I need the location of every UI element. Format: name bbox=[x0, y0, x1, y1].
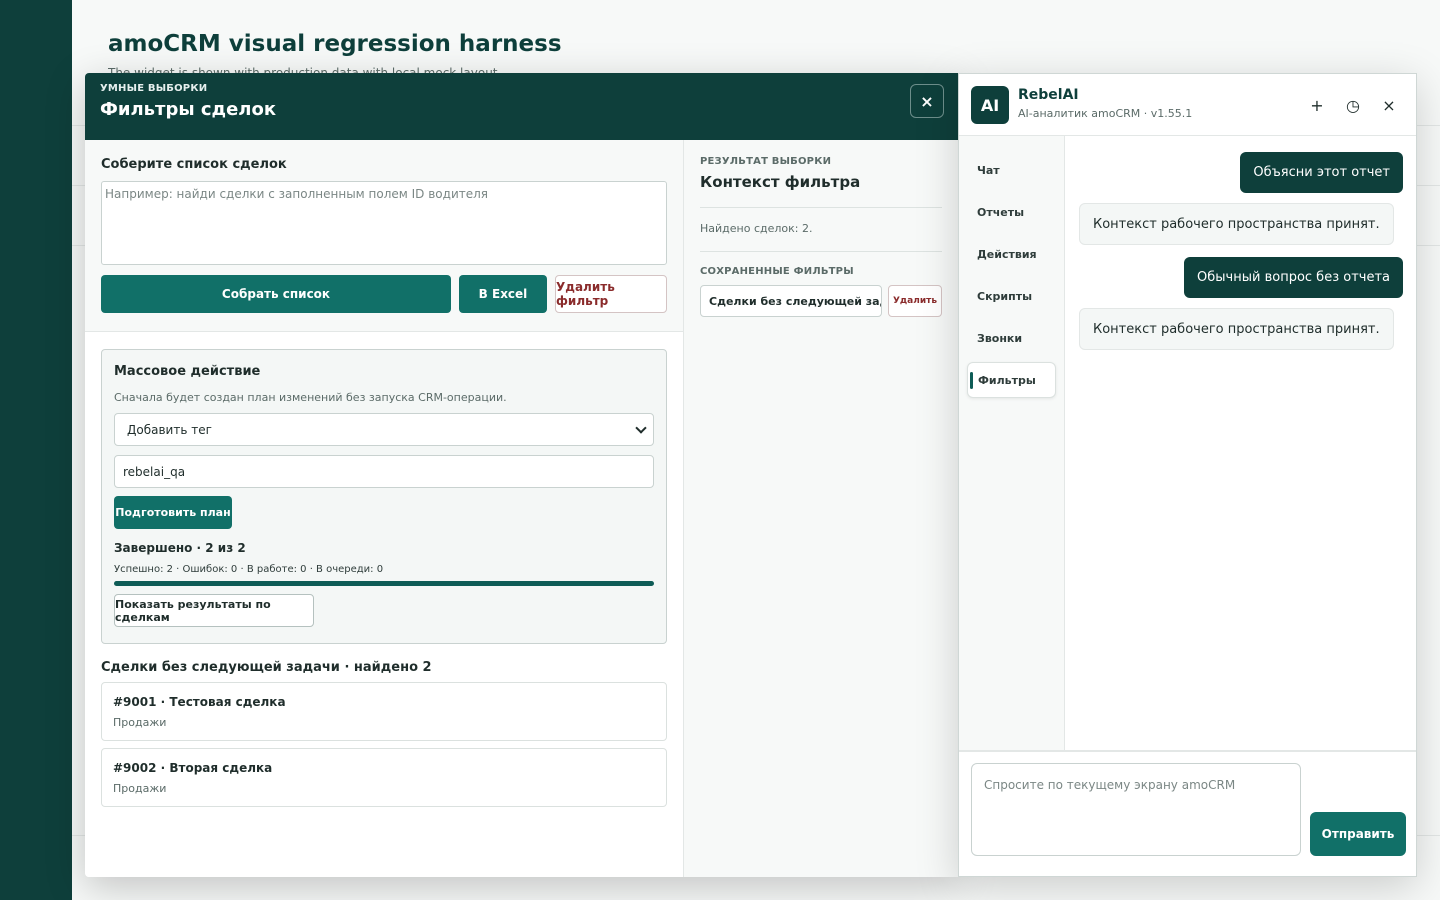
deal-name: #9002 · Вторая сделка bbox=[113, 761, 273, 775]
result-title: Контекст фильтра bbox=[700, 173, 861, 191]
history-icon: ◷ bbox=[1346, 95, 1360, 115]
close-icon: × bbox=[920, 91, 934, 111]
close-panel-button[interactable]: × bbox=[1378, 94, 1400, 116]
user-message: Объясни этот отчет bbox=[1240, 152, 1403, 193]
action-select[interactable]: Добавить тег bbox=[114, 413, 654, 446]
deal-pipeline: Продажи bbox=[113, 782, 167, 795]
collect-list-button[interactable]: Собрать список bbox=[101, 275, 451, 313]
nav-actions[interactable]: Действия bbox=[967, 236, 1056, 272]
ai-body: Чат Отчеты Действия Скрипты Звонки Фильт… bbox=[959, 136, 1416, 750]
ai-header: AI RebelAI AI-аналитик amoCRM · v1.55.1 … bbox=[959, 74, 1416, 136]
ai-name: RebelAI bbox=[1018, 87, 1079, 103]
nav-reports[interactable]: Отчеты bbox=[967, 194, 1056, 230]
chat-input[interactable]: Спросите по текущему экрану amoCRM bbox=[971, 763, 1301, 856]
modal-eyebrow: УМНЫЕ ВЫБОРКИ bbox=[100, 83, 208, 94]
mass-action-description: Сначала будет создан план изменений без … bbox=[114, 391, 507, 404]
assistant-message: Контекст рабочего пространства принят. bbox=[1079, 203, 1394, 245]
deal-name: #9001 · Тестовая сделка bbox=[113, 695, 286, 709]
mass-action-title: Массовое действие bbox=[114, 364, 261, 379]
saved-filter-chip[interactable]: Сделки без следующей зада... bbox=[700, 285, 882, 317]
chat-thread: Объясни этот отчет Контекст рабочего про… bbox=[1065, 136, 1416, 750]
completion-stats: Успешно: 2 · Ошибок: 0 · В работе: 0 · В… bbox=[114, 564, 384, 575]
plus-icon: + bbox=[1310, 95, 1324, 115]
ai-nav: Чат Отчеты Действия Скрипты Звонки Фильт… bbox=[959, 136, 1065, 750]
nav-filters[interactable]: Фильтры bbox=[967, 362, 1056, 398]
compose-title: Соберите список сделок bbox=[101, 157, 287, 172]
progress-fill bbox=[114, 581, 654, 586]
rebelai-logo: AI bbox=[971, 86, 1009, 124]
saved-filters-title: СОХРАНЕННЫЕ ФИЛЬТРЫ bbox=[700, 266, 854, 277]
export-excel-button[interactable]: В Excel bbox=[459, 275, 547, 313]
nav-chat[interactable]: Чат bbox=[967, 152, 1056, 188]
divider bbox=[700, 207, 942, 208]
nav-calls[interactable]: Звонки bbox=[967, 320, 1056, 356]
saved-filter-row: Сделки без следующей зада... Удалить bbox=[700, 285, 942, 317]
filter-result-panel: РЕЗУЛЬТАТ ВЫБОРКИ Контекст фильтра Найде… bbox=[684, 140, 958, 877]
deal-row[interactable]: #9002 · Вторая сделка Продажи bbox=[101, 748, 667, 807]
compose-actions: Собрать список В Excel Удалить фильтр bbox=[101, 275, 667, 313]
close-button[interactable]: × bbox=[910, 84, 944, 118]
send-button[interactable]: Отправить bbox=[1310, 812, 1406, 856]
action-select-value: Добавить тег bbox=[127, 422, 212, 437]
modal-title: Фильтры сделок bbox=[100, 99, 277, 120]
modal-body: Соберите список сделок Например: найди с… bbox=[85, 140, 958, 877]
deals-list-title: Сделки без следующей задачи · найдено 2 bbox=[101, 660, 432, 675]
app-sidebar bbox=[0, 0, 72, 900]
found-count: Найдено сделок: 2. bbox=[700, 222, 813, 235]
assistant-message: Контекст рабочего пространства принят. bbox=[1079, 308, 1394, 350]
filter-builder: Соберите список сделок Например: найди с… bbox=[85, 140, 684, 877]
page-title: amoCRM visual regression harness bbox=[108, 31, 562, 57]
deal-pipeline: Продажи bbox=[113, 716, 167, 729]
delete-filter-button[interactable]: Удалить фильтр bbox=[555, 275, 667, 313]
user-message: Обычный вопрос без отчета bbox=[1184, 257, 1403, 298]
history-button[interactable]: ◷ bbox=[1342, 94, 1364, 116]
close-icon: × bbox=[1382, 95, 1396, 115]
prepare-plan-button[interactable]: Подготовить план bbox=[114, 496, 232, 529]
deal-filters-modal: УМНЫЕ ВЫБОРКИ Фильтры сделок × Соберите … bbox=[85, 73, 958, 877]
divider bbox=[700, 251, 942, 252]
chevron-down-icon bbox=[635, 421, 647, 434]
nav-scripts[interactable]: Скрипты bbox=[967, 278, 1056, 314]
tag-input[interactable]: rebelai_qa bbox=[114, 455, 654, 488]
rebelai-panel: AI RebelAI AI-аналитик amoCRM · v1.55.1 … bbox=[958, 73, 1417, 877]
mass-action-card: Массовое действие Сначала будет создан п… bbox=[101, 349, 667, 644]
delete-saved-filter-button[interactable]: Удалить bbox=[888, 285, 942, 317]
query-textarea[interactable]: Например: найди сделки с заполненным пол… bbox=[101, 181, 667, 265]
show-results-button[interactable]: Показать результаты по сделкам bbox=[114, 594, 314, 627]
progress-bar bbox=[114, 581, 654, 586]
composer: Спросите по текущему экрану amoCRM Отпра… bbox=[959, 750, 1416, 876]
ai-version: AI-аналитик amoCRM · v1.55.1 bbox=[1018, 107, 1193, 120]
result-eyebrow: РЕЗУЛЬТАТ ВЫБОРКИ bbox=[700, 156, 832, 167]
new-chat-button[interactable]: + bbox=[1306, 94, 1328, 116]
deal-row[interactable]: #9001 · Тестовая сделка Продажи bbox=[101, 682, 667, 741]
modal-header: УМНЫЕ ВЫБОРКИ Фильтры сделок × bbox=[85, 73, 958, 140]
compose-section: Соберите список сделок Например: найди с… bbox=[85, 140, 683, 332]
completion-status: Завершено · 2 из 2 bbox=[114, 541, 246, 555]
